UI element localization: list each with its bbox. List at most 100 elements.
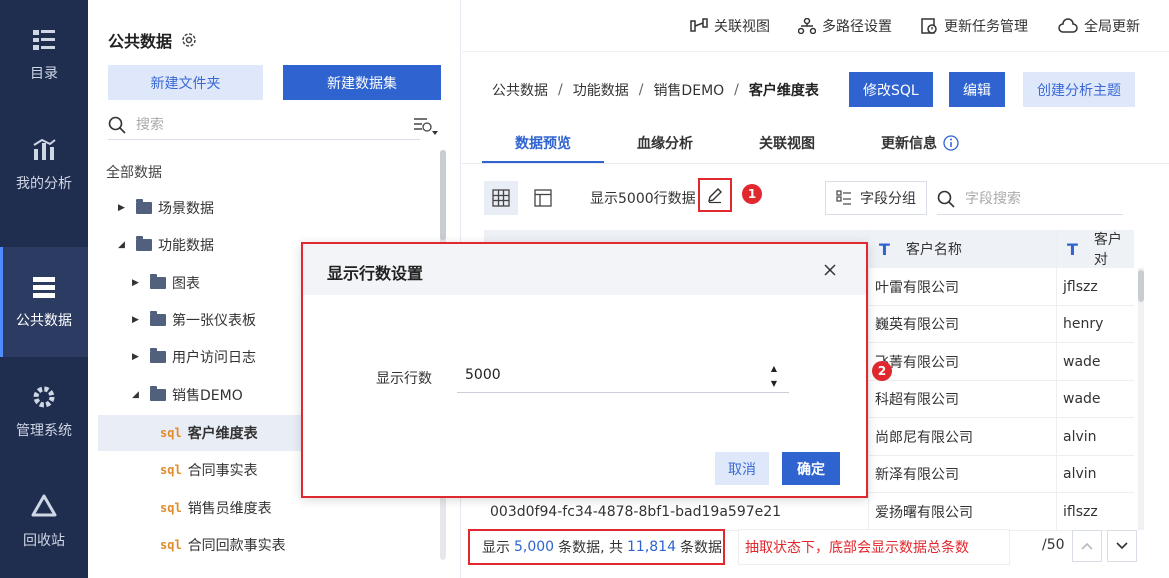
folder-icon xyxy=(150,386,166,401)
rows-label: 显示行数 xyxy=(376,371,432,387)
column-header[interactable]: T 客户对 xyxy=(1057,230,1134,268)
tab-bar: 数据预览 血缘分析 关联视图 更新信息 xyxy=(482,122,992,164)
table-cell: wade xyxy=(1063,391,1101,407)
stepper-down-icon[interactable]: ▼ xyxy=(771,379,777,388)
settings-icon[interactable] xyxy=(180,31,198,49)
tree-label: 场景数据 xyxy=(158,201,214,217)
tree-folder[interactable]: ▶ 用户访问日志 xyxy=(132,339,256,375)
field-search-input[interactable] xyxy=(965,190,1105,207)
close-icon[interactable] xyxy=(821,261,839,279)
edit-rows-button[interactable] xyxy=(698,178,732,212)
update-task-action[interactable]: 更新任务管理 xyxy=(920,16,1028,36)
field-group-icon xyxy=(836,190,851,205)
info-icon[interactable] xyxy=(943,135,959,151)
tree-folder[interactable]: ◢ 功能数据 xyxy=(118,227,214,263)
layout-view-button[interactable] xyxy=(526,181,560,215)
tree-label: 第一张仪表板 xyxy=(172,313,256,329)
caret-down-icon[interactable]: ◢ xyxy=(132,390,146,400)
tree-label: 合同事实表 xyxy=(187,463,258,479)
caret-right-icon[interactable]: ▶ xyxy=(132,278,146,288)
field-group-label: 字段分组 xyxy=(860,191,916,207)
table-cell: 尚郎尼有限公司 xyxy=(875,429,973,446)
nav-item-admin[interactable]: 管理系统 xyxy=(0,357,88,467)
step-marker-2: 2 xyxy=(872,361,892,381)
rows-number-input[interactable] xyxy=(457,367,747,383)
tab-related-view[interactable]: 关联视图 xyxy=(726,122,848,164)
edit-sql-button[interactable]: 修改SQL xyxy=(849,72,933,107)
grid-view-button[interactable] xyxy=(484,181,518,215)
sql-icon: sql xyxy=(160,463,182,477)
sql-icon: sql xyxy=(160,426,182,440)
field-search[interactable] xyxy=(937,183,1123,215)
table-row: 003d0f94-fc34-4878-8bf1-bad19a597e21 爱扬曙… xyxy=(484,493,1134,531)
tab-label: 血缘分析 xyxy=(637,136,693,152)
filter-sort-icon[interactable] xyxy=(413,116,439,136)
caret-right-icon[interactable]: ▶ xyxy=(132,352,146,362)
page-down-button[interactable] xyxy=(1107,530,1137,562)
tree-root[interactable]: 全部数据 xyxy=(106,162,162,182)
summary-text: 条数据 xyxy=(680,540,722,556)
tree-dataset[interactable]: sql 合同事实表 xyxy=(160,452,258,488)
tree-folder[interactable]: ▶ 图表 xyxy=(132,265,200,301)
nav-item-my-analysis[interactable]: 我的分析 xyxy=(0,110,88,220)
nav-label: 管理系统 xyxy=(16,423,72,439)
table-cell: alvin xyxy=(1063,428,1097,445)
breadcrumb-item[interactable]: 公共数据 xyxy=(492,80,548,100)
tree-folder[interactable]: ▶ 第一张仪表板 xyxy=(132,302,256,338)
table-cell: alvin xyxy=(1063,466,1097,482)
nav-item-catalog[interactable]: 目录 xyxy=(0,0,88,110)
caret-right-icon[interactable]: ▶ xyxy=(132,315,146,325)
breadcrumb-item[interactable]: 销售DEMO xyxy=(653,80,724,100)
grid-icon xyxy=(492,189,510,207)
step-marker-1: 1 xyxy=(742,184,762,204)
new-folder-button[interactable]: 新建文件夹 xyxy=(108,65,263,100)
summary-text: 条数据, 共 xyxy=(558,540,623,556)
nav-item-recycle[interactable]: 回收站 xyxy=(0,467,88,577)
confirm-button[interactable]: 确定 xyxy=(782,452,840,485)
tree-dataset[interactable]: sql 合同回款事实表 xyxy=(160,527,286,563)
tree-dataset[interactable]: sql 销售员维度表 xyxy=(160,490,272,526)
cancel-button[interactable]: 取消 xyxy=(715,452,769,485)
breadcrumb-separator: / xyxy=(638,82,644,98)
tab-lineage[interactable]: 血缘分析 xyxy=(604,122,726,164)
breadcrumb: 公共数据 / 功能数据 / 销售DEMO / 客户维度表 xyxy=(492,80,819,100)
create-topic-button[interactable]: 创建分析主题 xyxy=(1023,72,1135,107)
tree-folder[interactable]: ▶ 场景数据 xyxy=(118,190,214,226)
number-stepper[interactable]: ▲ ▼ xyxy=(768,364,780,388)
related-view-action[interactable]: 关联视图 xyxy=(690,16,770,36)
page-total: /50 xyxy=(1042,537,1065,553)
field-group-button[interactable]: 字段分组 xyxy=(825,181,927,215)
page-up-button[interactable] xyxy=(1072,530,1102,562)
breadcrumb-item[interactable]: 功能数据 xyxy=(573,80,629,100)
folder-icon xyxy=(150,274,166,289)
tab-update-info[interactable]: 更新信息 xyxy=(848,122,992,164)
tab-label: 更新信息 xyxy=(881,136,937,152)
tree-label: 用户访问日志 xyxy=(172,350,256,366)
caret-right-icon[interactable]: ▶ xyxy=(118,203,132,213)
cloud-refresh-icon xyxy=(1058,18,1078,33)
table-cell: 巍英有限公司 xyxy=(875,317,959,333)
tree-label: 销售DEMO xyxy=(172,388,243,404)
tree-search-input[interactable] xyxy=(136,116,366,133)
stepper-up-icon[interactable]: ▲ xyxy=(771,364,777,373)
shown-count: 5,000 xyxy=(514,539,555,555)
dialog-header: 显示行数设置 xyxy=(303,244,866,295)
table-scrollbar[interactable] xyxy=(1138,268,1144,530)
breadcrumb-separator: / xyxy=(558,82,563,98)
tree-search[interactable] xyxy=(108,110,420,140)
chevron-up-icon xyxy=(1081,542,1093,550)
rows-input-wrapper[interactable]: ▲ ▼ xyxy=(457,358,789,393)
search-icon xyxy=(937,190,955,208)
caret-down-icon[interactable]: ◢ xyxy=(118,240,132,250)
new-dataset-button[interactable]: 新建数据集 xyxy=(283,65,441,100)
annotation-note: 抽取状态下，底部会显示数据总条数 xyxy=(738,529,1010,565)
left-nav: 目录 我的分析 公共数据 管理系统 回收站 xyxy=(0,0,88,578)
edit-button[interactable]: 编辑 xyxy=(949,72,1005,107)
global-update-action[interactable]: 全局更新 xyxy=(1058,16,1140,36)
column-header[interactable]: T 客户名称 xyxy=(869,230,962,268)
nav-item-public-data[interactable]: 公共数据 xyxy=(0,247,88,357)
tab-data-preview[interactable]: 数据预览 xyxy=(482,122,604,164)
total-count: 11,814 xyxy=(627,539,676,555)
multipath-action[interactable]: 多路径设置 xyxy=(798,16,892,36)
tree-folder[interactable]: ◢ 销售DEMO xyxy=(132,377,243,413)
